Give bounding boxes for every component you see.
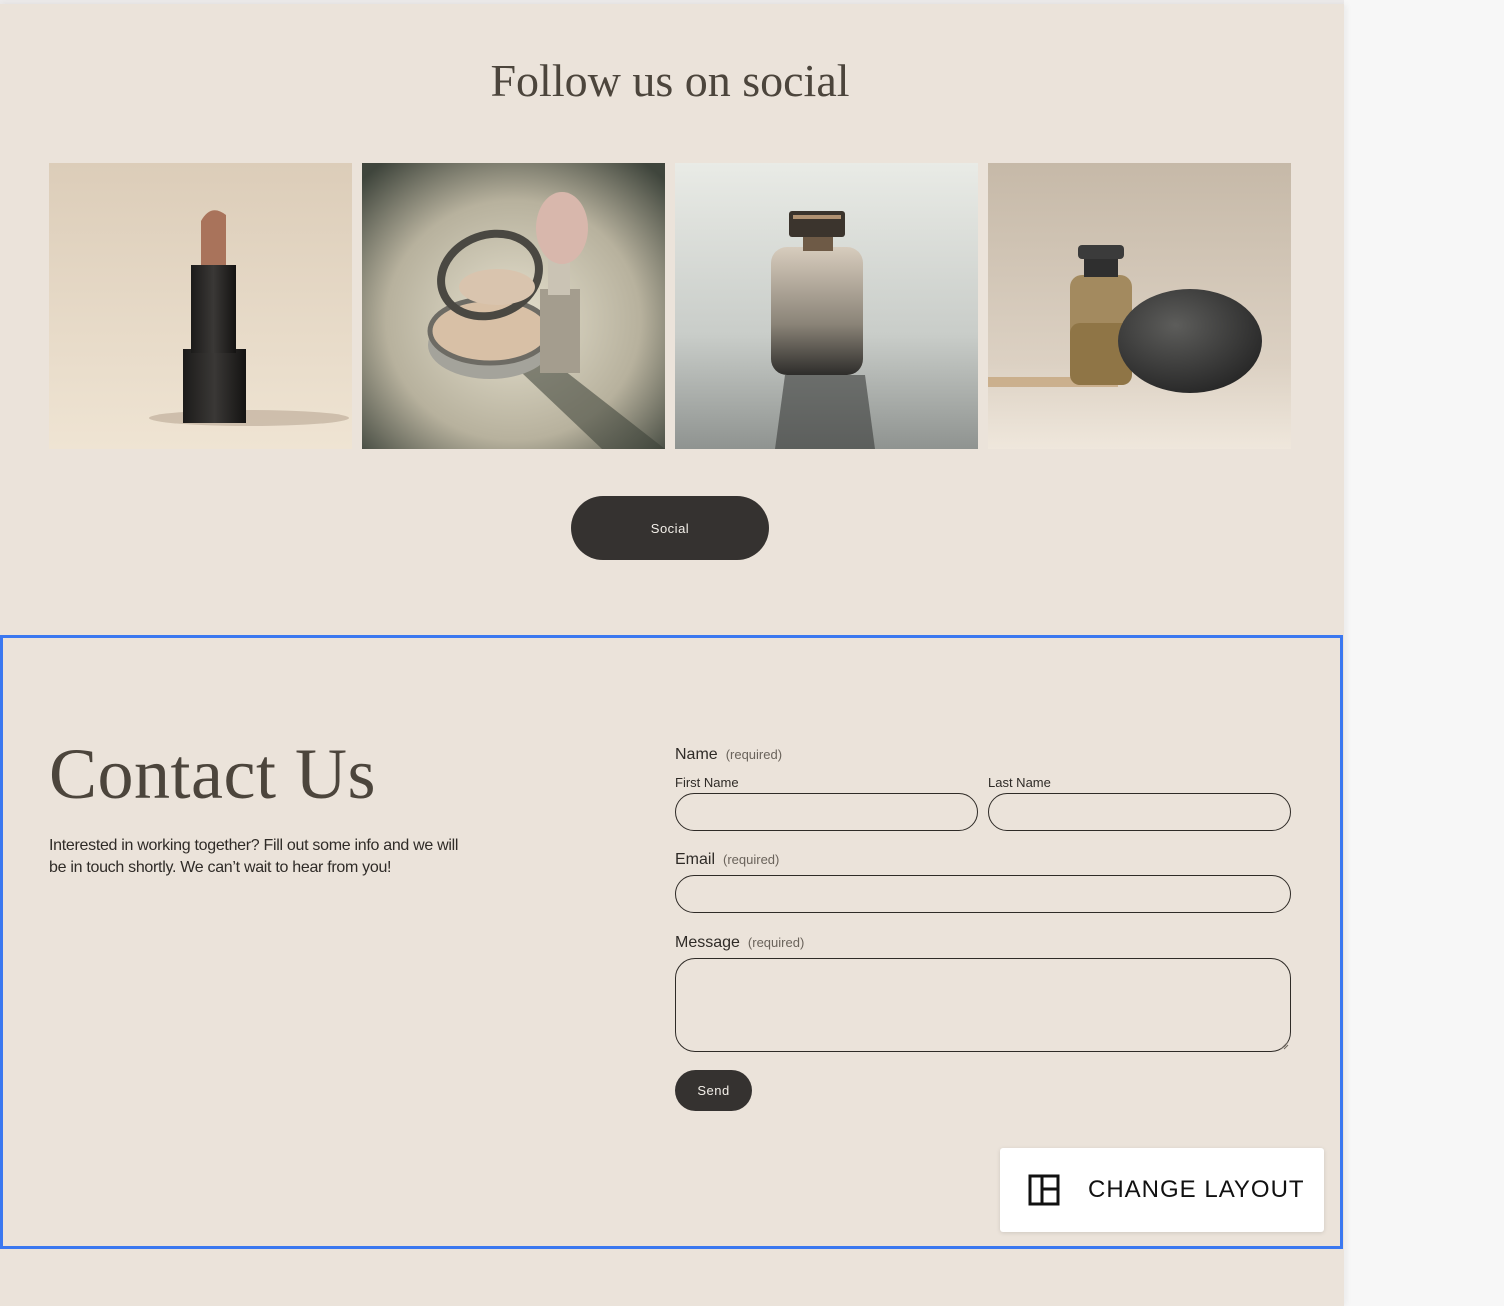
compact-and-brush-photo[interactable] xyxy=(362,163,665,449)
name-required-note: (required) xyxy=(725,747,783,762)
first-name-field[interactable] xyxy=(675,793,978,831)
perfume-bottle-photo[interactable] xyxy=(675,163,978,449)
email-label-group: Email (required) xyxy=(675,851,779,869)
social-button[interactable]: Social xyxy=(571,496,769,560)
layout-icon xyxy=(1028,1174,1060,1206)
last-name-label: Last Name xyxy=(988,775,1051,790)
social-section-title: Follow us on social xyxy=(490,55,850,106)
change-layout-label: CHANGE LAYOUT xyxy=(1088,1176,1305,1203)
contact-title: Contact Us xyxy=(49,734,376,814)
message-required-note: (required) xyxy=(747,935,805,950)
textarea-resize-handle[interactable] xyxy=(1279,1040,1289,1050)
email-field[interactable] xyxy=(675,875,1291,913)
name-label-group: Name (required) xyxy=(675,746,782,764)
message-field[interactable] xyxy=(675,958,1291,1052)
editor-gutter xyxy=(1344,0,1504,1306)
email-label: Email xyxy=(675,851,716,868)
serum-bottle-and-stone-photo[interactable] xyxy=(988,163,1291,449)
lipstick-photo[interactable] xyxy=(49,163,352,449)
name-label: Name xyxy=(675,746,718,763)
last-name-field[interactable] xyxy=(988,793,1291,831)
email-required-note: (required) xyxy=(723,852,780,867)
contact-description: Interested in working together? Fill out… xyxy=(49,837,459,876)
send-button[interactable]: Send xyxy=(675,1070,752,1111)
first-name-label: First Name xyxy=(675,775,739,790)
message-label: Message xyxy=(675,934,740,951)
change-layout-button[interactable]: CHANGE LAYOUT xyxy=(1000,1148,1324,1232)
message-label-group: Message (required) xyxy=(675,934,804,952)
